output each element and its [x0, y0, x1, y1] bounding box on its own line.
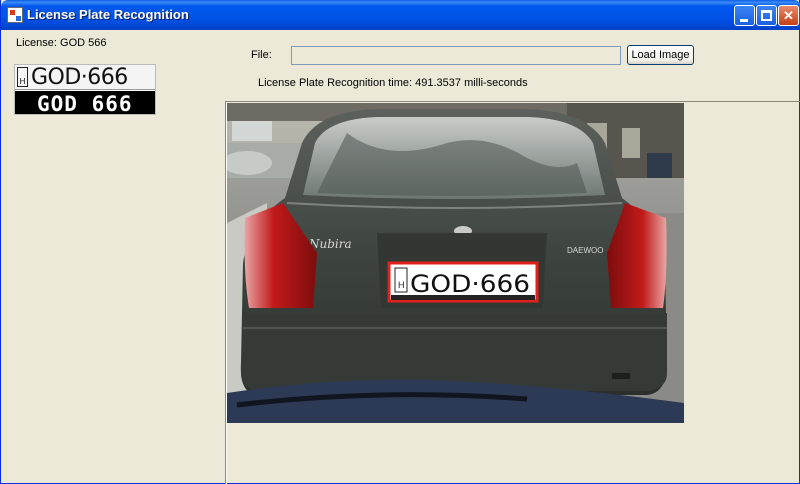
- maximize-icon: [761, 10, 772, 21]
- plate-thumbnail: H GOD·666 GOD 666: [14, 64, 156, 115]
- client-area: License: GOD 566 H GOD·666 GOD 666 File:…: [1, 30, 800, 484]
- maximize-button[interactable]: [756, 5, 777, 26]
- plate-crop-text: GOD·666: [31, 65, 128, 90]
- car-photo-illustration: Nubira DAEWOO H GOD·666: [227, 103, 684, 423]
- plate-binarized-image: GOD 666: [15, 91, 155, 115]
- close-button[interactable]: ✕: [778, 5, 799, 26]
- recognition-time-label: License Plate Recognition time: 491.3537…: [258, 77, 528, 89]
- title-bar[interactable]: License Plate Recognition ✕: [1, 0, 800, 30]
- minimize-button[interactable]: [734, 5, 755, 26]
- plate-binarized-text: GOD 666: [37, 92, 133, 115]
- car-photo: Nubira DAEWOO H GOD·666: [227, 103, 684, 423]
- plate-country-code: H: [17, 67, 28, 87]
- app-window: License Plate Recognition ✕ License: GOD…: [0, 0, 800, 484]
- car-model-badge: Nubira: [308, 237, 352, 251]
- file-path-field[interactable]: [291, 46, 621, 65]
- car-brand-badge: DAEWOO: [567, 246, 603, 255]
- divider: [225, 101, 800, 102]
- close-icon: ✕: [783, 8, 794, 23]
- license-result-label: License: GOD 566: [16, 37, 107, 49]
- load-image-button[interactable]: Load Image: [627, 45, 694, 65]
- minimize-icon: [740, 19, 748, 22]
- plate-crop-image: H GOD·666: [15, 65, 155, 90]
- photo-plate-text: GOD·666: [410, 270, 530, 298]
- file-label: File:: [251, 49, 272, 61]
- app-icon: [7, 7, 23, 23]
- window-title: License Plate Recognition: [27, 7, 189, 22]
- plate-country-code: H: [398, 280, 405, 290]
